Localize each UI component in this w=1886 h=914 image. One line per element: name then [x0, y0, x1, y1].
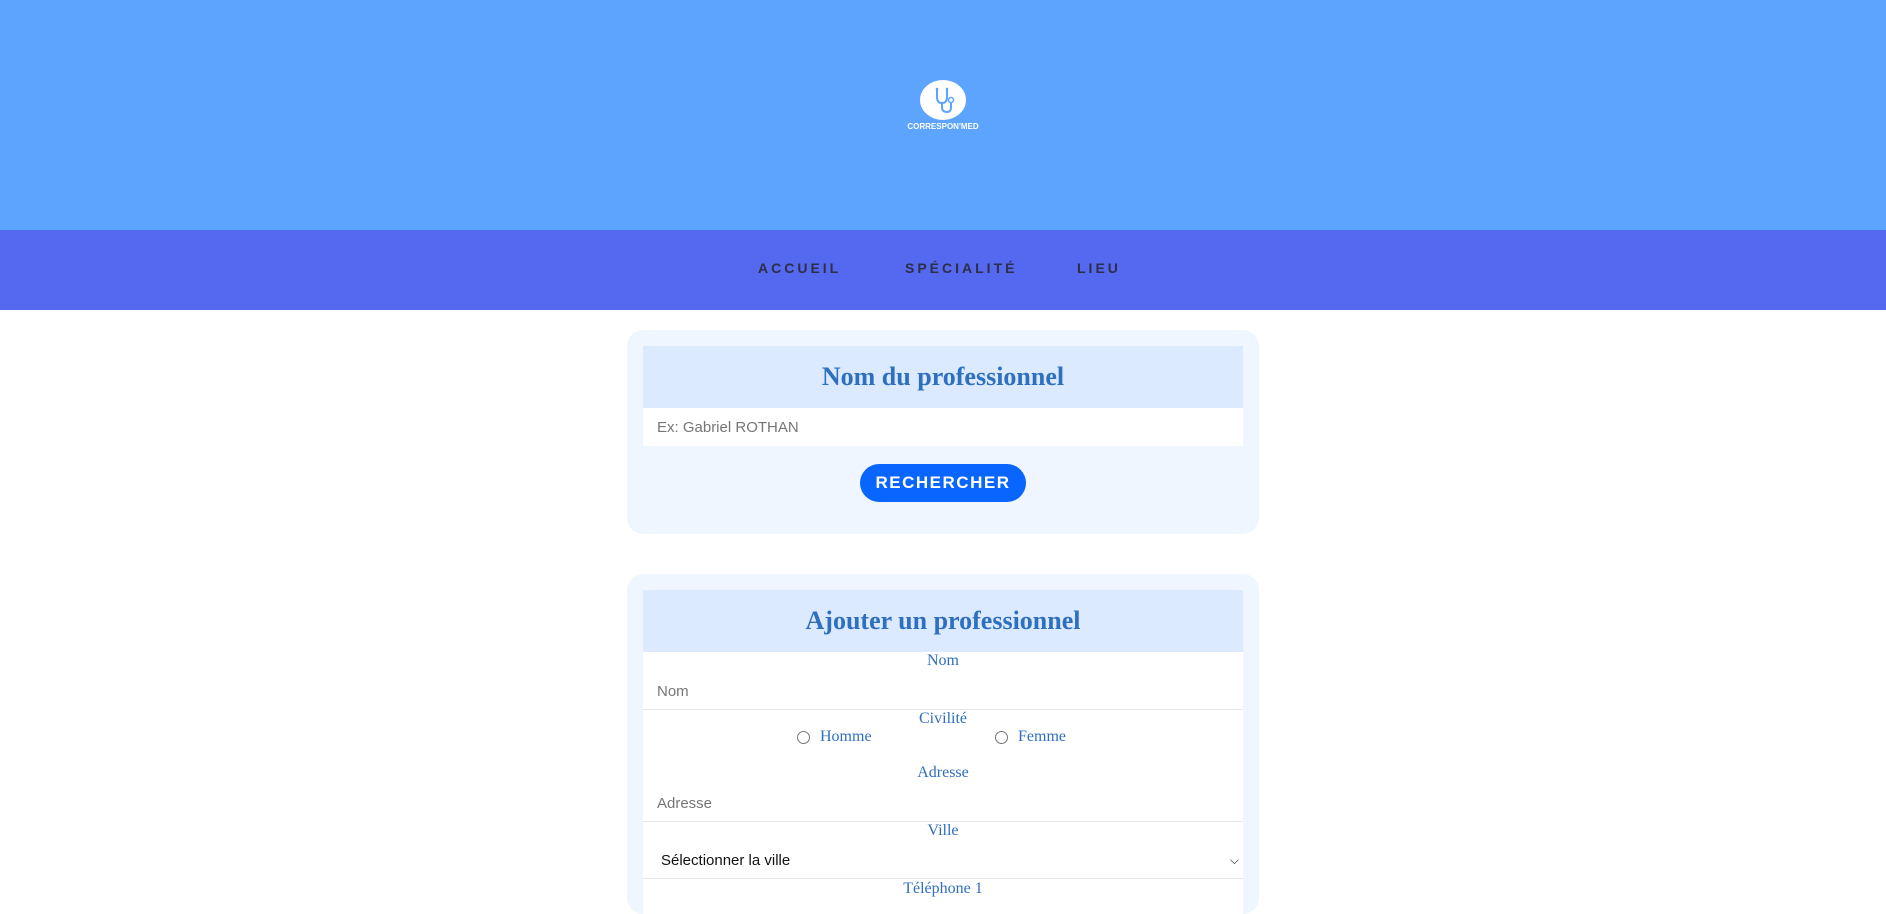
nav-item-lieu[interactable]: LIEU [1077, 260, 1121, 276]
stethoscope-icon [920, 80, 966, 120]
radio-femme-label[interactable]: Femme [1018, 728, 1066, 746]
nom-input[interactable] [643, 674, 1243, 708]
radio-homme[interactable] [797, 730, 810, 744]
radio-homme-label[interactable]: Homme [820, 728, 872, 746]
logo-text: CORRESPON'MED [907, 122, 979, 131]
search-button[interactable]: RECHERCHER [860, 464, 1026, 502]
search-card: Nom du professionnel RECHERCHER [627, 330, 1259, 534]
search-card-header: Nom du professionnel [643, 346, 1243, 408]
ville-select-value: Sélectionner la ville [661, 851, 791, 869]
civilite-label: Civilité [919, 710, 967, 727]
adresse-label: Adresse [917, 764, 969, 781]
nav-item-specialite[interactable]: SPÉCIALITÉ [905, 260, 1017, 276]
radio-homme-group: Homme [797, 728, 872, 746]
nom-label: Nom [927, 652, 959, 669]
radio-femme-group: Femme [995, 728, 1066, 746]
radio-femme[interactable] [995, 730, 1008, 744]
add-title: Ajouter un professionnel [805, 606, 1081, 635]
hero-banner: CORRESPON'MED [0, 0, 1886, 230]
adresse-input[interactable] [643, 786, 1243, 820]
telephone-label: Téléphone 1 [903, 880, 983, 897]
add-card-header: Ajouter un professionnel [643, 590, 1243, 652]
chevron-down-icon: ⌵ [1229, 852, 1239, 867]
add-professional-card: Ajouter un professionnel Nom Civilité Ho… [627, 574, 1259, 914]
search-input-wrapper [643, 408, 1243, 446]
search-input[interactable] [643, 408, 1243, 446]
search-title: Nom du professionnel [821, 362, 1065, 391]
nav-item-accueil[interactable]: ACCUEIL [758, 260, 841, 276]
ville-select[interactable]: Sélectionner la ville ⌵ [643, 842, 1243, 878]
main-nav: ACCUEIL SPÉCIALITÉ LIEU [0, 230, 1886, 310]
add-form: Nom Civilité Homme Femme Adresse Ville S… [643, 652, 1243, 914]
ville-label: Ville [927, 822, 959, 839]
site-logo[interactable]: CORRESPON'MED [902, 80, 984, 136]
divider [643, 878, 1243, 879]
